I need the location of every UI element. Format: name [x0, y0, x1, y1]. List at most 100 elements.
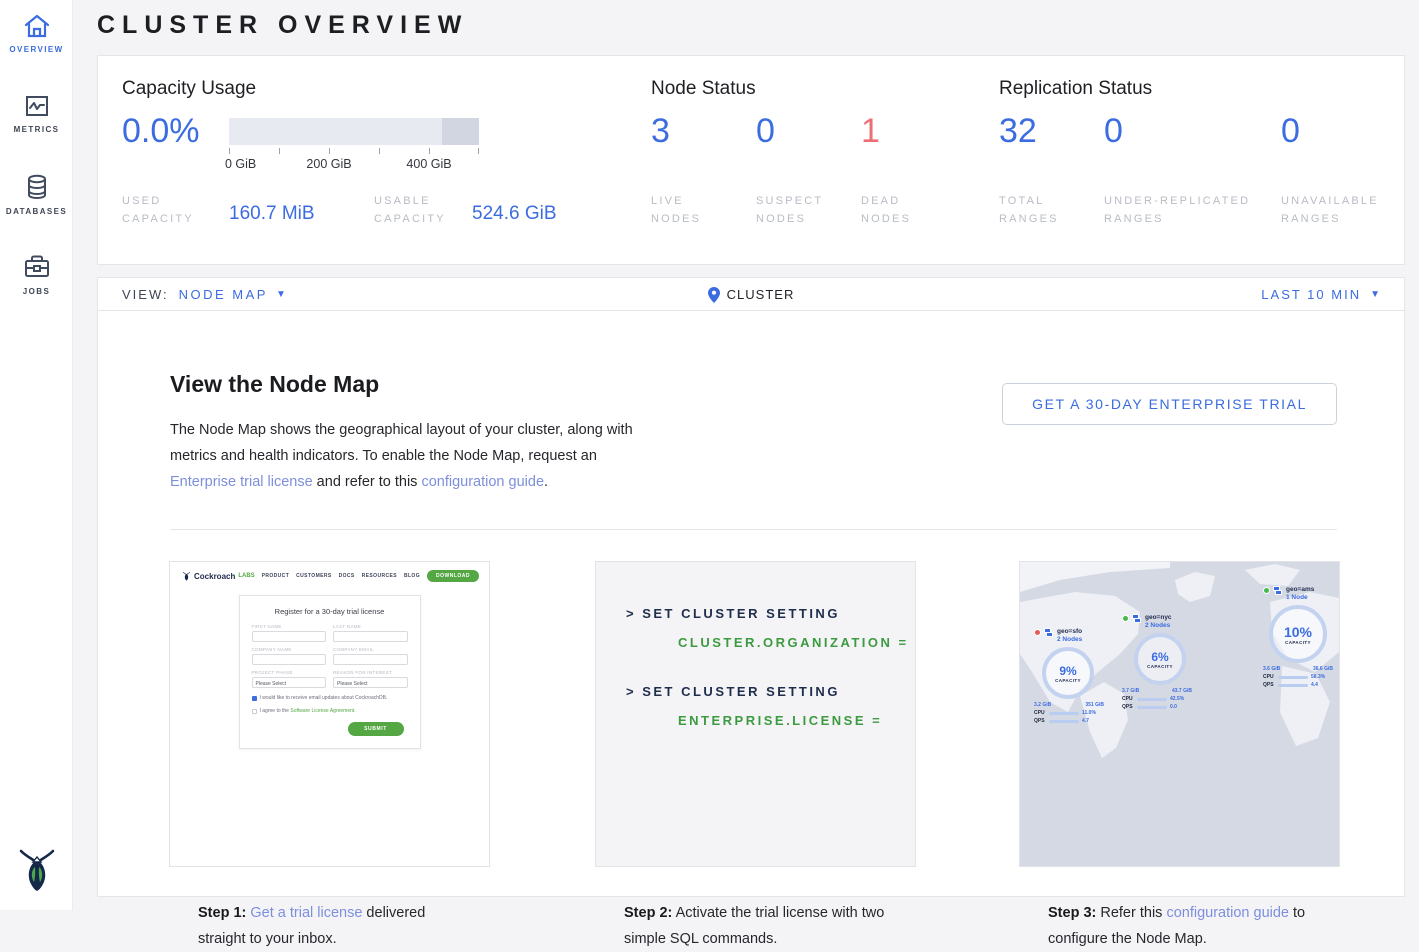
sidebar-item-label: DATABASES [0, 207, 73, 216]
mini-input [333, 654, 408, 665]
live-nodes-value: 3 [651, 112, 670, 151]
mini-form-title: Register for a 30-day trial license [252, 607, 408, 616]
configuration-guide-link[interactable]: configuration guide [421, 474, 544, 490]
databases-icon [23, 173, 51, 201]
cluster-overview-page: OVERVIEW METRICS DATABASES [0, 0, 1419, 910]
nodes-icon [1132, 614, 1142, 624]
map-pin-icon [708, 287, 720, 303]
step2-caption: Step 2: Activate the trial license with … [596, 866, 915, 952]
sql-code-line: ENTERPRISE.LICENSE = [678, 713, 915, 728]
enterprise-trial-button[interactable]: GET A 30-DAY ENTERPRISE TRIAL [1002, 383, 1337, 425]
capacity-bar-chart: 0 GiB 200 GiB 400 GiB [229, 118, 479, 173]
get-trial-license-link[interactable]: Get a trial license [250, 905, 362, 921]
metrics-icon [23, 93, 51, 119]
sidebar-item-overview[interactable]: OVERVIEW [0, 0, 73, 80]
mini-field-label: LAST NAME [333, 624, 408, 629]
sidebar-item-jobs[interactable]: JOBS [0, 240, 73, 320]
capacity-axis-labels: 0 GiB 200 GiB 400 GiB [229, 157, 489, 173]
home-icon [23, 13, 51, 39]
locality-stats: 3.6 GiB36.6 GiB CPU58.3% QPS4.4 [1263, 666, 1333, 688]
sql-commands-illustration: > SET CLUSTER SETTING CLUSTER.ORGANIZATI… [596, 562, 915, 866]
mini-field-label: REASON FOR INTEREST [333, 670, 408, 675]
sidebar-item-metrics[interactable]: METRICS [0, 80, 73, 160]
step-number: Step 1: [198, 905, 246, 921]
cpu-label: CPU [1263, 674, 1275, 680]
chevron-down-icon: ▼ [1370, 289, 1382, 300]
mini-input [252, 654, 327, 665]
mini-submit-button: SUBMIT [348, 722, 404, 736]
cpu-sparkline [1278, 676, 1308, 679]
mini-select: Please Select [333, 677, 408, 688]
locality-nyc: geo=nyc2 Nodes 6% CAPACITY 3.7 GiB43.7 G… [1122, 614, 1192, 710]
mini-nav-item: DOCS [339, 573, 355, 579]
configuration-guide-link[interactable]: configuration guide [1166, 905, 1289, 921]
tick-label: 200 GiB [306, 157, 351, 171]
locality-node-count: 2 Nodes [1145, 622, 1172, 629]
suspect-nodes-value: 0 [756, 112, 775, 151]
capacity-gauge: 10% CAPACITY [1269, 605, 1327, 663]
mini-select: Please Select [252, 677, 327, 688]
locality-sfo: geo=sfo2 Nodes 9% CAPACITY 3.2 GiB351 Gi… [1034, 628, 1104, 724]
gauge-label: CAPACITY [1285, 640, 1311, 645]
jobs-icon [22, 253, 52, 281]
mini-checkbox-checked [252, 696, 257, 701]
sidebar-item-databases[interactable]: DATABASES [0, 160, 73, 240]
dead-nodes-label: DEAD NODES [861, 192, 941, 228]
used-capacity-value: 160.7 MiB [229, 203, 315, 225]
qps-value: 0.0 [1170, 704, 1177, 710]
mini-field-label: COMPANY NAME [252, 647, 327, 652]
mini-checkbox [252, 709, 257, 714]
time-range-dropdown[interactable]: LAST 10 MIN ▼ [1261, 278, 1382, 311]
mini-site-nav: PRODUCT CUSTOMERS DOCS RESOURCES BLOG DO… [262, 570, 479, 582]
trial-register-form: Register for a 30-day trial license FIRS… [239, 595, 421, 749]
description-text: . [544, 474, 548, 490]
qps-sparkline [1137, 706, 1167, 709]
nodes-icon [1273, 586, 1283, 596]
mini-nav-item: PRODUCT [262, 573, 290, 579]
cpu-value: 58.3% [1311, 674, 1325, 680]
enterprise-trial-license-link[interactable]: Enterprise trial license [170, 474, 313, 490]
divider [170, 529, 1337, 530]
cpu-label: CPU [1122, 696, 1134, 702]
capacity-used: 3.2 GiB [1034, 702, 1051, 708]
step3-caption: Step 3: Refer this configuration guide t… [1020, 866, 1339, 952]
capacity-bar-reserved-segment [442, 118, 480, 145]
cpu-value: 42.5% [1170, 696, 1184, 702]
node-map-preview: geo=sfo2 Nodes 9% CAPACITY 3.2 GiB351 Gi… [1020, 562, 1339, 866]
capacity-gauge: 6% CAPACITY [1134, 633, 1186, 685]
locality-stats: 3.7 GiB43.7 GiB CPU42.5% QPS0.0 [1122, 688, 1192, 710]
under-replicated-ranges-label: UNDER-REPLICATED RANGES [1104, 192, 1266, 228]
used-capacity-label: USED CAPACITY [122, 192, 214, 228]
unavailable-ranges-label: UNAVAILABLE RANGES [1281, 192, 1401, 228]
total-ranges-value: 32 [999, 112, 1037, 151]
breadcrumb: CLUSTER [727, 287, 795, 302]
replication-status-title: Replication Status [999, 78, 1152, 100]
cpu-value: 11.0% [1082, 710, 1096, 716]
status-dot-green [1122, 615, 1129, 622]
tick-label: 0 GiB [225, 157, 256, 171]
locality-name: geo=ams [1286, 586, 1314, 594]
locality-stats: 3.2 GiB351 GiB CPU11.0% QPS4.7 [1034, 702, 1104, 724]
page-title: CLUSTER OVERVIEW [97, 11, 468, 40]
locality-name: geo=nyc [1145, 614, 1172, 622]
live-nodes-label: LIVE NODES [651, 192, 731, 228]
step1-card: Cockroach LABS PRODUCT CUSTOMERS DOCS RE… [169, 561, 490, 867]
trial-license-site-screenshot: Cockroach LABS PRODUCT CUSTOMERS DOCS RE… [170, 562, 489, 866]
mini-checkbox-label: I agree to the [260, 708, 291, 714]
node-map-description: The Node Map shows the geographical layo… [170, 417, 650, 495]
capacity-gauge: 9% CAPACITY [1042, 647, 1094, 699]
cpu-sparkline [1049, 712, 1079, 715]
description-text: and refer to this [313, 474, 422, 490]
mini-nav-item: RESOURCES [362, 573, 397, 579]
usable-capacity-value: 524.6 GiB [472, 203, 557, 225]
gauge-label: CAPACITY [1055, 678, 1081, 683]
qps-sparkline [1278, 684, 1308, 687]
capacity-total: 351 GiB [1085, 702, 1104, 708]
mini-nav-item: BLOG [404, 573, 420, 579]
status-dot-green [1263, 587, 1270, 594]
sql-prompt-line: > SET CLUSTER SETTING [626, 684, 915, 699]
step-number: Step 3: [1048, 905, 1096, 921]
caption-text: Refer this [1096, 905, 1166, 921]
sidebar-item-label: JOBS [0, 287, 73, 296]
sql-prompt-line: > SET CLUSTER SETTING [626, 606, 915, 621]
